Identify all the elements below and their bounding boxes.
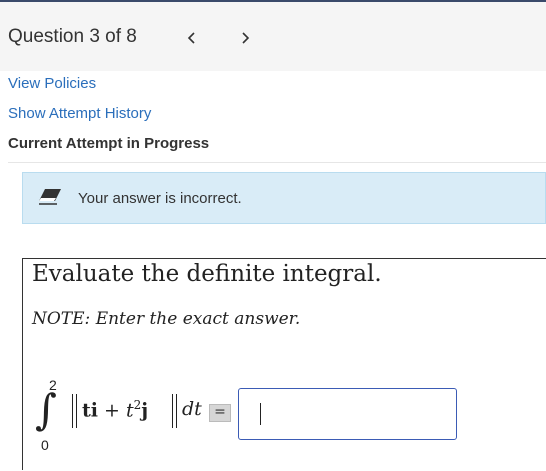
next-question-button[interactable] [234, 26, 256, 50]
integral-expression: ∫ 2 0 ti + t2j dt [35, 377, 265, 471]
question-prompt: Evaluate the definite integral. [32, 261, 382, 287]
equals-sign: = [209, 404, 231, 422]
chevron-left-icon [187, 32, 195, 44]
question-box: Evaluate the definite integral. NOTE: En… [22, 258, 546, 470]
upper-limit: 2 [49, 377, 57, 393]
answer-input[interactable] [238, 388, 457, 440]
norm-bar-left [76, 394, 77, 428]
view-policies-link[interactable]: View Policies [8, 75, 96, 92]
norm-bar-left [72, 394, 73, 428]
differential: dt [182, 398, 202, 420]
alert-message: Your answer is incorrect. [78, 190, 242, 207]
previous-question-button[interactable] [181, 26, 203, 50]
chevron-right-icon [242, 32, 250, 44]
norm-bar-right [176, 394, 177, 428]
integrand: ti + t2j [82, 398, 149, 422]
show-attempt-history-link[interactable]: Show Attempt History [8, 105, 151, 122]
question-counter: Question 3 of 8 [8, 26, 137, 47]
text-cursor [260, 403, 261, 425]
eraser-icon [39, 189, 61, 205]
lower-limit: 0 [41, 437, 49, 453]
divider [8, 162, 546, 163]
norm-bar-right [172, 394, 173, 428]
question-note: NOTE: Enter the exact answer. [32, 309, 301, 329]
incorrect-answer-alert: Your answer is incorrect. [22, 172, 546, 224]
attempt-status: Current Attempt in Progress [8, 135, 210, 152]
question-header: Question 3 of 8 [0, 2, 546, 71]
